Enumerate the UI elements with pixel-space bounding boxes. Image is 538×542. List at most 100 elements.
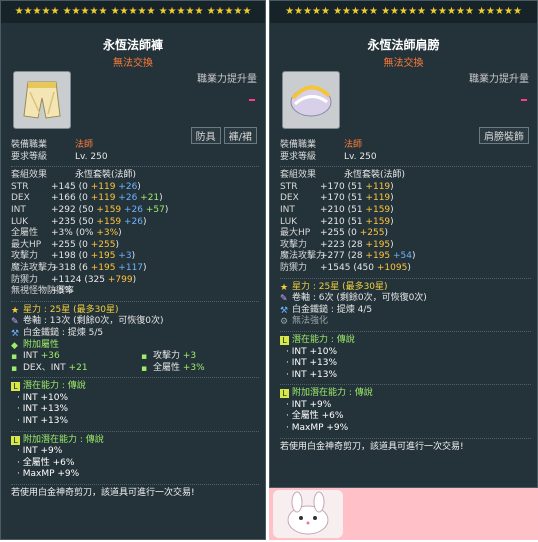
stat-value: +170	[320, 193, 345, 204]
stat-value: +198	[51, 251, 76, 262]
scissors-note: 若使用白金神奇剪刀，該道具可進行一次交易!	[11, 488, 195, 499]
scroll-count: 卷軸 : 6次 (剩餘0次，可恢復0次)	[292, 293, 427, 304]
job-label: 裝備職業	[11, 140, 48, 150]
bonus-attr-icon: ◆	[11, 340, 18, 351]
item-image-pants	[13, 71, 71, 129]
reinforce-status: 無法強化	[292, 316, 329, 327]
stat-row: 防禦力 +1124 (325 +799)	[11, 275, 259, 287]
potential-line: · INT +13%	[286, 358, 338, 369]
stat-value: +255	[320, 228, 345, 239]
item-title: 永恆法師肩膀	[367, 38, 440, 52]
legendary-icon: L	[280, 335, 289, 345]
stat-detail: (450 +1095)	[350, 262, 411, 273]
stat-detail: (51 +119)	[344, 181, 394, 192]
stat-name: 最大HP	[280, 228, 311, 239]
stat-name: 攻擊力	[280, 239, 308, 250]
potential-title: 潛在能力 : 傳說	[292, 334, 355, 345]
stat-row: DEX +170 (51 +119)	[280, 193, 531, 205]
scroll-count: 卷軸 : 13次 (剩餘0次，可恢復0次)	[23, 316, 164, 327]
stat-row: 攻擊力 +198 (0 +195 +3)	[11, 251, 259, 263]
potential-line: · INT +10%	[286, 346, 338, 357]
set-effect-label: 套組效果	[11, 170, 48, 181]
stat-name: LUK	[280, 216, 298, 227]
stat-value: +3%	[51, 228, 73, 239]
star-force-row: ★★★★★ ★★★★★ ★★★★★ ★★★★★ ★★★★★	[270, 1, 537, 23]
stat-name: DEX	[280, 193, 299, 204]
legendary-icon: L	[280, 389, 289, 399]
stat-detail: (51 +159)	[344, 204, 394, 215]
hammer-icon: ⚒	[280, 305, 289, 316]
stat-row: 防禦力 +1545 (450 +1095)	[280, 263, 531, 275]
additional-potential-title: 附加潛在能力 : 傳說	[23, 434, 104, 445]
stat-detail: (51 +119)	[344, 193, 394, 204]
stat-detail: (0% +3%)	[72, 228, 122, 239]
reinforce-icon: ⚙	[280, 317, 289, 328]
power-indicator	[249, 99, 255, 101]
req-level-label: 要求等級	[280, 151, 317, 162]
additional-potential-title: 附加潛在能力 : 傳說	[292, 388, 373, 399]
power-increase-label: 職業力提升量	[469, 74, 529, 85]
set-effect-label: 套組效果	[280, 170, 317, 181]
star-force: 星力 : 25星 (最多30星)	[23, 304, 119, 315]
stat-name: 無視怪物防禦率	[11, 286, 75, 297]
trade-status: 無法交換	[113, 58, 153, 69]
stat-value: +277	[320, 251, 345, 262]
req-level-value: Lv. 250	[344, 151, 377, 162]
stat-detail: (0 +255)	[344, 228, 388, 239]
stat-name: INT	[11, 204, 26, 215]
power-indicator	[521, 99, 527, 101]
additional-potential-line: · 全屬性 +6%	[286, 411, 344, 422]
stat-value: +318	[51, 262, 76, 273]
stat-row: 魔法攻擊力+277 (28 +195 +54)	[280, 251, 531, 263]
stat-list: 裝備職業 法師 要求等級 Lv. 250 套組效果 永恆套裝(法師) STR +145 …	[11, 140, 259, 500]
scissors-note: 若使用白金神奇剪刀，該道具可進行一次交易!	[280, 441, 464, 452]
stat-detail: (28 +195 +54)	[344, 251, 416, 262]
scroll-icon: ✎	[280, 294, 288, 305]
stat-name: INT	[280, 204, 295, 215]
star-force: 星力 : 25星 (最多30星)	[292, 281, 388, 292]
stat-row: STR +145 (0 +119 +26)	[11, 182, 259, 194]
power-increase-label: 職業力提升量	[197, 74, 257, 85]
stat-value: +5%	[51, 286, 73, 297]
stat-row: LUK +235 (50 +159 +26)	[11, 217, 259, 229]
item-image-shoulder	[282, 71, 340, 129]
additional-potential-line: · MaxMP +9%	[17, 469, 80, 480]
sticker-area	[269, 488, 538, 540]
item-tooltip-right: ★★★★★ ★★★★★ ★★★★★ ★★★★★ ★★★★★ 永恆法師肩膀 無法交…	[269, 0, 538, 488]
star-force-row: ★★★★★ ★★★★★ ★★★★★ ★★★★★ ★★★★★	[1, 1, 265, 23]
hammer-count: 白金鐵鎚 : 提煉 4/5	[292, 304, 373, 315]
stat-row: LUK +210 (51 +159)	[280, 217, 531, 229]
stat-value: +1545	[320, 262, 351, 273]
stat-name: LUK	[11, 216, 29, 227]
stat-name: 最大HP	[11, 239, 42, 250]
stat-detail: (6 +195 +117)	[75, 262, 147, 273]
item-tooltip-left: ★★★★★ ★★★★★ ★★★★★ ★★★★★ ★★★★★ 永恆法師褲 無法交換…	[0, 0, 266, 540]
additional-potential-line: · INT +9%	[286, 399, 332, 410]
job-value: 法師	[344, 140, 363, 150]
req-level-label: 要求等級	[11, 151, 48, 162]
hammer-icon: ⚒	[11, 328, 20, 339]
stat-row: STR +170 (51 +119)	[280, 182, 531, 194]
stat-row: 魔法攻擊力+318 (6 +195 +117)	[11, 263, 259, 275]
additional-potential-line: · 全屬性 +6%	[17, 457, 75, 468]
stat-value: +235	[51, 216, 76, 227]
stat-row: 最大HP +255 (0 +255)	[11, 240, 259, 252]
potential-line: · INT +13%	[286, 369, 338, 380]
stat-list: 裝備職業 法師 要求等級 Lv. 250 套組效果 永恆套裝(法師) STR +170 …	[280, 140, 531, 453]
set-effect-value: 永恆套裝(法師)	[344, 170, 406, 181]
stat-name: STR	[11, 181, 29, 192]
stat-row: 無視怪物防禦率+5%	[11, 286, 259, 298]
stat-value: +170	[320, 181, 345, 192]
hammer-count: 白金鐵鎚 : 提煉 5/5	[23, 327, 104, 338]
stat-value: +255	[51, 239, 76, 250]
stat-value: +223	[320, 239, 345, 250]
stat-row: INT +292 (50 +159 +26 +57)	[11, 205, 259, 217]
stat-name: 魔法攻擊力	[11, 262, 57, 273]
stat-detail: (51 +159)	[344, 216, 394, 227]
stat-detail: (0 +119 +26)	[75, 181, 141, 192]
stat-row: 最大HP +255 (0 +255)	[280, 228, 531, 240]
stat-name: STR	[280, 181, 298, 192]
legendary-icon: L	[11, 382, 20, 392]
bonus-attr-grid: ▪ INT +36 ▪ 攻擊力 +3 ▪ DEX、INT +21 ▪ 全屬性 +3%	[11, 351, 205, 374]
potential-line: · INT +10%	[17, 392, 69, 403]
